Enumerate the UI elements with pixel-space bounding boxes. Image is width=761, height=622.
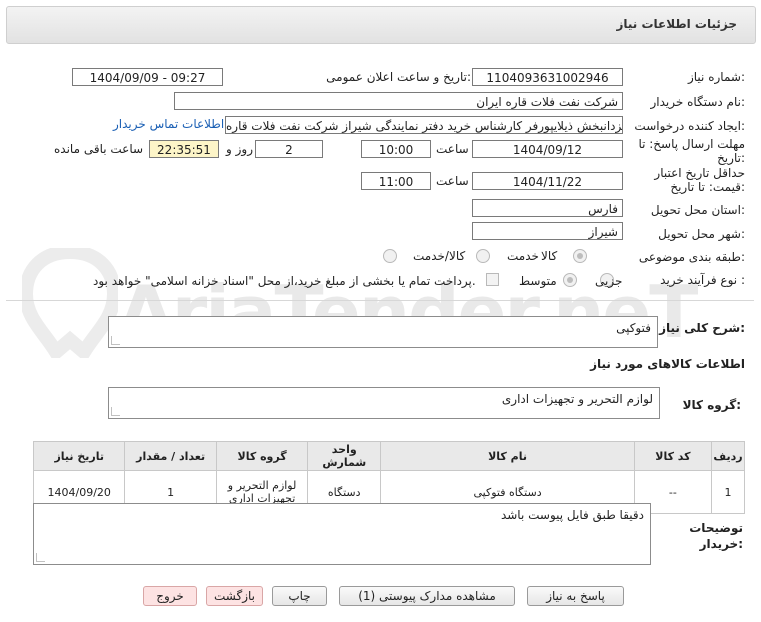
buyer-notes-text: دقیقا طبق فایل پیوست باشد xyxy=(500,508,644,522)
buyer-org-field: شرکت نفت فلات قاره ایران xyxy=(174,92,623,110)
purchase-medium-radio[interactable] xyxy=(563,273,577,287)
category-service-label: خدمت xyxy=(507,249,539,263)
col-qty: تعداد / مقدار xyxy=(124,441,217,471)
purchase-medium-label: متوسط xyxy=(519,274,557,288)
buyer-contact-link[interactable]: اطلاعات تماس خریدار xyxy=(113,117,224,131)
deadline-days-field: 2 xyxy=(255,140,323,158)
resize-grip-icon xyxy=(111,336,120,345)
table-header-row: ردیف کد کالا نام کالا واحد شمارش گروه کا… xyxy=(32,441,746,471)
treasury-checkbox[interactable] xyxy=(486,273,499,286)
summary-label: شرح کلی نیاز: xyxy=(659,321,745,335)
reply-button[interactable]: پاسخ به نیاز xyxy=(527,586,624,606)
creator-label: ایجاد کننده درخواست: xyxy=(634,119,745,133)
province-label: استان محل تحویل: xyxy=(650,203,745,217)
summary-textarea[interactable]: فتوکپی xyxy=(108,316,658,348)
city-label: شهر محل تحویل: xyxy=(658,227,745,241)
goods-group-label: گروه کالا: xyxy=(682,398,741,412)
validity-date-field: 1404/11/22 xyxy=(472,172,623,190)
col-row: ردیف xyxy=(710,441,746,471)
purchase-minor-label: جزیی xyxy=(595,274,623,288)
category-service-radio[interactable] xyxy=(476,249,490,263)
deadline-time-field: 10:00 xyxy=(361,140,431,158)
col-code: کد کالا xyxy=(633,441,712,471)
buyer-notes-label: توضیحات خریدار: xyxy=(689,521,743,551)
summary-text: فتوکپی xyxy=(616,321,651,335)
col-date: تاریخ نیاز xyxy=(32,441,126,471)
purchase-type-label: نوع فرآیند خرید : xyxy=(660,273,745,287)
need-number-label: شماره نیاز: xyxy=(687,70,745,84)
col-unit: واحد شمارش xyxy=(307,441,382,471)
resize-grip-icon xyxy=(111,407,120,416)
goods-group-textarea[interactable]: لوازم التحریر و تجهیزات اداری xyxy=(108,387,660,419)
treasury-note: پرداخت تمام یا بخشی از مبلغ خرید،از محل … xyxy=(93,274,476,288)
category-goods-radio[interactable] xyxy=(573,249,587,263)
buyer-org-label: نام دستگاه خریدار: xyxy=(650,95,746,109)
deadline-date-field: 1404/09/12 xyxy=(472,140,623,158)
back-button[interactable]: بازگشت xyxy=(206,586,263,606)
deadline-days-label: روز و xyxy=(226,142,253,156)
remaining-time-label: ساعت باقی مانده xyxy=(54,142,144,156)
resize-grip-icon xyxy=(36,553,45,562)
category-both-radio[interactable] xyxy=(383,249,397,263)
view-attachments-button[interactable]: مشاهده مدارک پیوستی (1) xyxy=(339,586,515,606)
need-number-field: 1104093631002946 xyxy=(472,68,623,86)
watermark-logo-icon xyxy=(18,244,122,363)
validity-time-label: ساعت xyxy=(436,174,469,188)
section-divider xyxy=(6,300,754,301)
creator-field: یزدانبخش ذیلایپورفر کارشناس خرید دفتر نم… xyxy=(225,116,623,134)
validity-label: حداقل تاریخ اعتبار قیمت: تا تاریخ: xyxy=(654,166,745,194)
page-title: جزئیات اطلاعات نیاز xyxy=(616,17,737,31)
deadline-time-label: ساعت xyxy=(436,142,469,156)
col-name: نام کالا xyxy=(380,441,635,471)
print-button[interactable]: چاپ xyxy=(272,586,327,606)
remaining-time-field: 22:35:51 xyxy=(149,140,219,158)
cell-row: 1 xyxy=(710,470,746,514)
validity-time-field: 11:00 xyxy=(361,172,431,190)
goods-section-title: اطلاعات کالاهای مورد نیاز xyxy=(590,357,745,371)
page-header: جزئیات اطلاعات نیاز xyxy=(6,6,756,44)
category-both-label: کالا/خدمت xyxy=(413,249,466,263)
province-field: فارس xyxy=(472,199,623,217)
buyer-notes-textarea[interactable]: دقیقا طبق فایل پیوست باشد xyxy=(33,503,651,565)
category-label: طبقه بندی موضوعی: xyxy=(638,250,745,264)
announce-datetime-field: 1404/09/09 - 09:27 xyxy=(72,68,223,86)
city-field: شیراز xyxy=(472,222,623,240)
category-goods-label: کالا xyxy=(541,249,558,263)
announce-datetime-label: تاریخ و ساعت اعلان عمومی: xyxy=(326,70,471,84)
deadline-label: مهلت ارسال پاسخ: تا تاریخ: xyxy=(638,137,745,165)
exit-button[interactable]: خروج xyxy=(143,586,197,606)
col-group: گروه کالا xyxy=(215,441,309,471)
goods-group-text: لوازم التحریر و تجهیزات اداری xyxy=(501,392,653,406)
